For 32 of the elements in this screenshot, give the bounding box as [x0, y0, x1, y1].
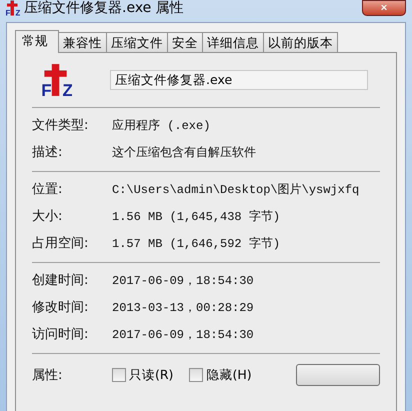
field-value: 1.56 MB (1,645,438 字节) [112, 208, 282, 224]
field-label: 占用空间: [32, 235, 90, 252]
close-button[interactable] [362, 0, 406, 16]
field-label: 文件类型: [32, 117, 90, 134]
checkbox[interactable] [112, 368, 126, 382]
field-label: 属性: [32, 367, 64, 384]
field-label: 描述: [32, 144, 64, 161]
file-name-field[interactable]: 压缩文件修复器.exe [110, 70, 368, 90]
checkbox-label[interactable]: 只读(R) [129, 366, 174, 384]
tab[interactable]: 详细信息 [202, 32, 264, 52]
tab[interactable]: 兼容性 [58, 32, 107, 52]
checkbox-label[interactable]: 隐藏(H) [206, 366, 252, 384]
field-label: 访问时间: [32, 326, 90, 343]
field-value: 2017-06-09，18:54:30 [112, 326, 255, 342]
field-label: 修改时间: [32, 299, 90, 316]
advanced-button[interactable] [296, 364, 380, 386]
checkbox[interactable] [189, 368, 204, 382]
field-value: 应用程序 (.exe) [112, 118, 212, 134]
field-value: 1.57 MB (1,646,592 字节) [112, 236, 282, 252]
tab[interactable]: 压缩文件 [106, 32, 168, 52]
field-value: 2013-03-13，00:28:29 [112, 300, 255, 316]
field-value: C:\Users\admin\Desktop\图片\yswjxfq [112, 182, 360, 198]
window-title: 压缩文件修复器.exe 属性 [24, 0, 184, 17]
close-icon [379, 5, 389, 11]
tab[interactable]: 常规 [15, 30, 59, 53]
field-label: 创建时间: [32, 272, 90, 289]
field-value: 这个压缩包含有自解压软件 [112, 144, 257, 160]
tab[interactable]: 以前的版本 [263, 32, 338, 52]
field-value: 2017-06-09，18:54:30 [112, 272, 255, 288]
field-label: 位置: [32, 181, 64, 198]
tab[interactable]: 安全 [167, 32, 203, 52]
field-label: 大小: [32, 208, 64, 225]
